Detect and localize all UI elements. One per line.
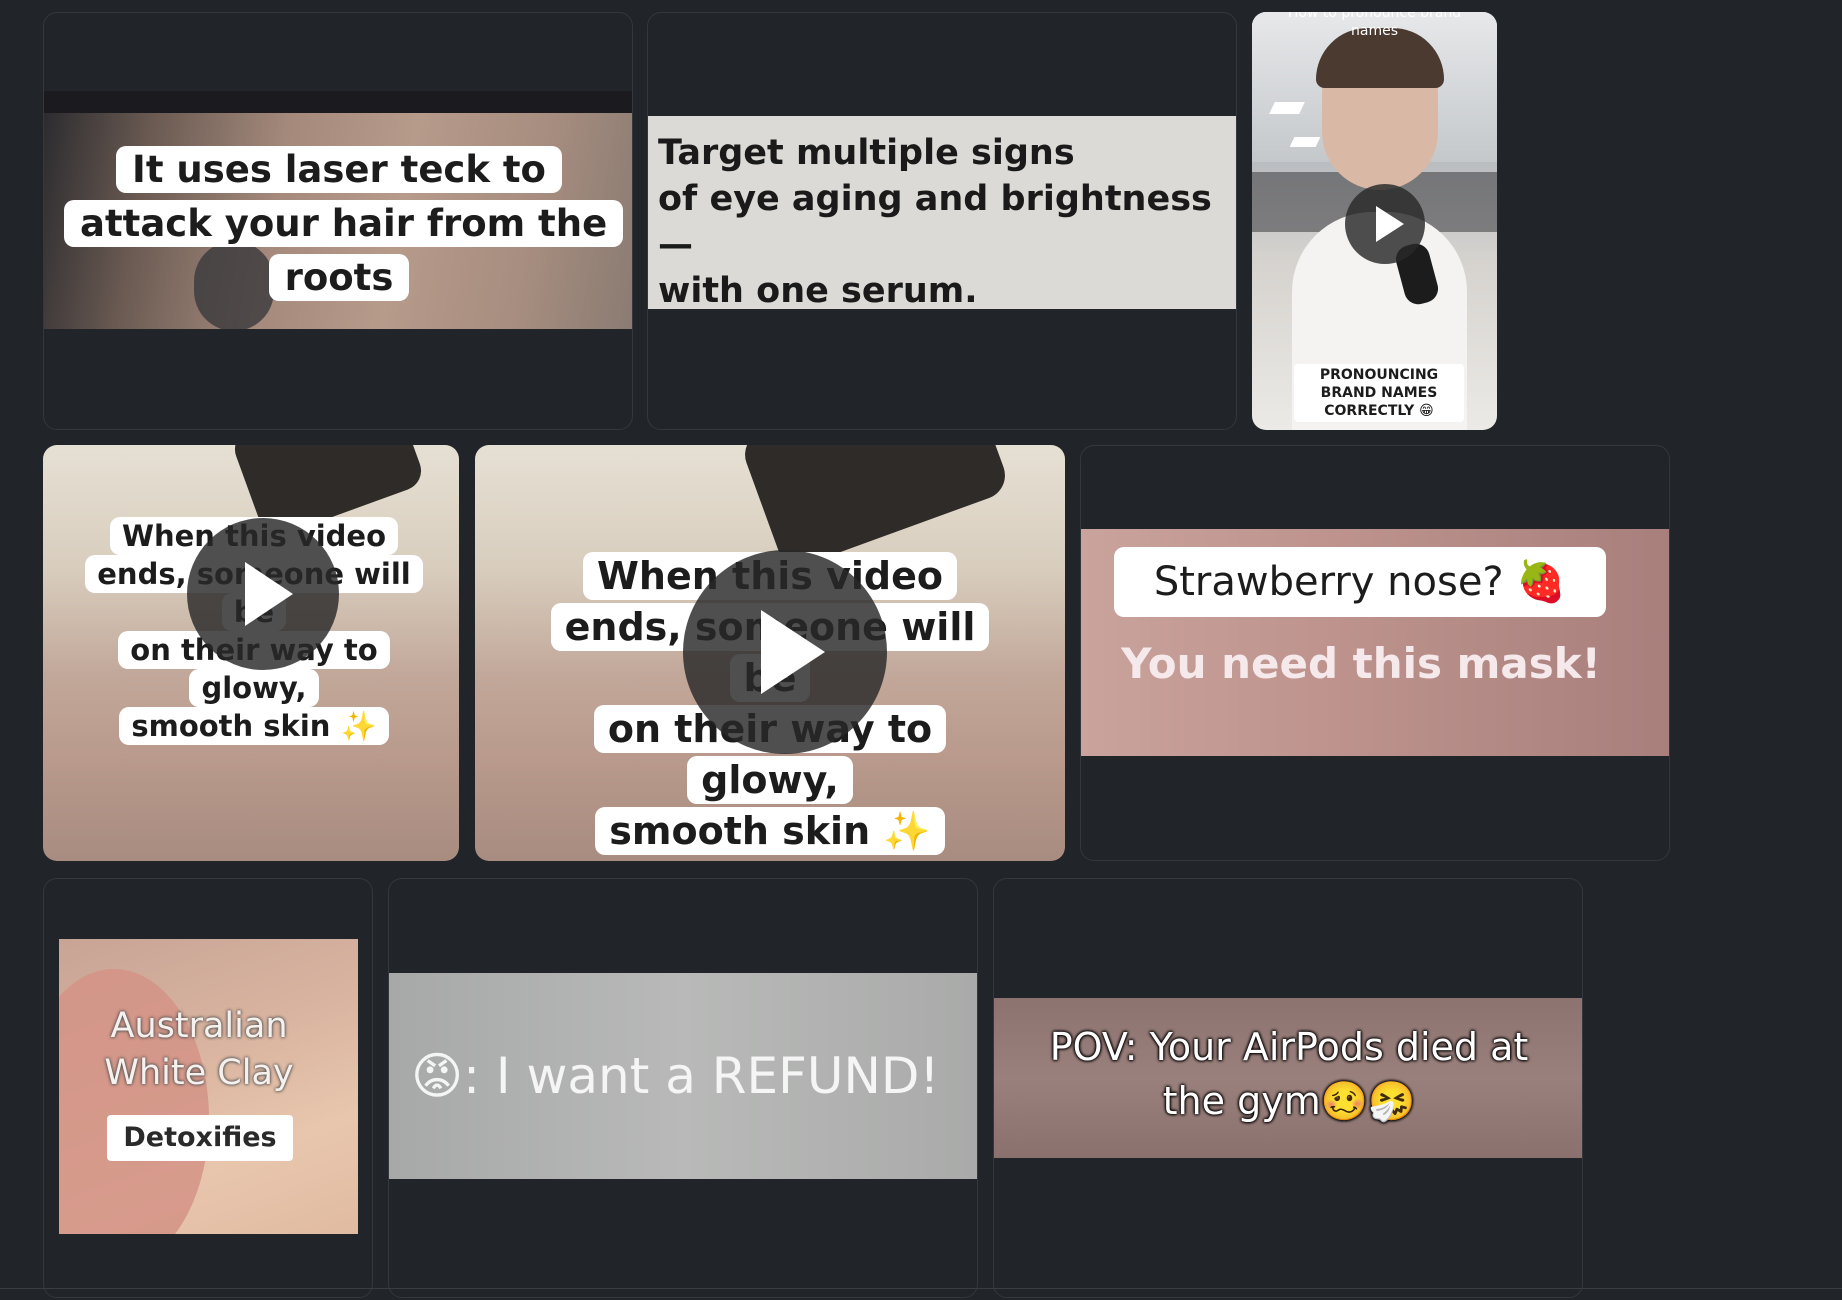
- video-thumbnail-airpods[interactable]: POV: Your AirPods died at the gym🥴🤧: [994, 998, 1582, 1158]
- caption-line: smooth skin ✨: [609, 809, 931, 853]
- caption-bottom: You need this mask!: [1121, 639, 1601, 688]
- caption-line: with one serum.: [658, 271, 978, 309]
- caption-line: It uses laser teck to: [132, 148, 546, 191]
- thumbnail-caption: 😡: I want a REFUND!: [411, 1045, 971, 1107]
- video-thumbnail-white-clay[interactable]: Australian White Clay Detoxifies: [59, 939, 358, 1234]
- top-text: How to pronounce brand names: [1287, 12, 1462, 39]
- caption-top: Strawberry nose? 🍓: [1114, 547, 1606, 617]
- divider: [0, 1288, 1842, 1289]
- ceiling-light: [1289, 137, 1321, 147]
- play-icon[interactable]: [187, 518, 339, 670]
- play-icon[interactable]: [683, 550, 887, 754]
- video-thumbnail-laser[interactable]: It uses laser teck to attack your hair fr…: [44, 91, 632, 329]
- ceiling-light: [1269, 102, 1305, 114]
- caption-line: attack your hair from the: [80, 202, 608, 245]
- caption-line: the gym🥴🤧: [1162, 1079, 1416, 1123]
- video-thumbnail-brand-names[interactable]: How to pronounce brand names PRONOUNCING…: [1252, 12, 1497, 430]
- play-icon[interactable]: [1345, 184, 1425, 264]
- video-card-refund[interactable]: 😡: I want a REFUND!: [388, 878, 978, 1298]
- video-thumbnail-glowy-skin[interactable]: When this videoends, someone will beon t…: [475, 445, 1065, 861]
- video-thumbnail-refund[interactable]: 😡: I want a REFUND!: [389, 973, 977, 1179]
- video-card-strawberry-nose[interactable]: Strawberry nose? 🍓 You need this mask!: [1080, 445, 1670, 861]
- dark-band: [44, 91, 632, 113]
- caption-line: Target multiple signs: [658, 133, 1075, 173]
- caption-line: White Clay: [104, 1053, 294, 1093]
- badge: Detoxifies: [107, 1115, 293, 1161]
- caption-line: smooth skin ✨: [131, 709, 377, 743]
- caption-line: POV: Your AirPods died at: [1049, 1025, 1529, 1069]
- thumbnail-caption: POV: Your AirPods died at the gym🥴🤧: [994, 1020, 1582, 1128]
- caption-line: of eye aging and brightness—: [658, 179, 1212, 265]
- video-thumbnail-glowy-skin[interactable]: When this videoends, someone will beon t…: [43, 445, 459, 861]
- thumbnail-caption: It uses laser teck to attack your hair fr…: [64, 143, 624, 305]
- thumbnail-caption: Australian White Clay: [59, 1003, 339, 1097]
- angry-face-icon: 😡: [411, 1047, 464, 1105]
- video-card-glowy-skin-large[interactable]: When this videoends, someone will beon t…: [475, 445, 1065, 861]
- video-card-airpods[interactable]: POV: Your AirPods died at the gym🥴🤧: [993, 878, 1583, 1298]
- video-card-brand-names[interactable]: How to pronounce brand names PRONOUNCING…: [1252, 12, 1497, 430]
- video-thumbnail-strawberry-nose[interactable]: Strawberry nose? 🍓 You need this mask!: [1081, 529, 1669, 756]
- caption-line: roots: [284, 256, 394, 299]
- caption-line: Australian: [110, 1006, 288, 1046]
- video-card-white-clay[interactable]: Australian White Clay Detoxifies: [43, 878, 373, 1298]
- video-thumbnail-eye-serum[interactable]: Target multiple signs of eye aging and b…: [648, 116, 1236, 309]
- caption-text: : I want a REFUND!: [463, 1047, 940, 1105]
- thumbnail-caption: Target multiple signs of eye aging and b…: [658, 130, 1228, 309]
- thumbnail-caption: PRONOUNCING BRAND NAMES CORRECTLY 😁: [1294, 364, 1464, 422]
- video-card-laser[interactable]: It uses laser teck to attack your hair fr…: [43, 12, 633, 430]
- video-card-glowy-skin-small[interactable]: When this videoends, someone will beon t…: [43, 445, 459, 861]
- video-card-eye-serum[interactable]: Target multiple signs of eye aging and b…: [647, 12, 1237, 430]
